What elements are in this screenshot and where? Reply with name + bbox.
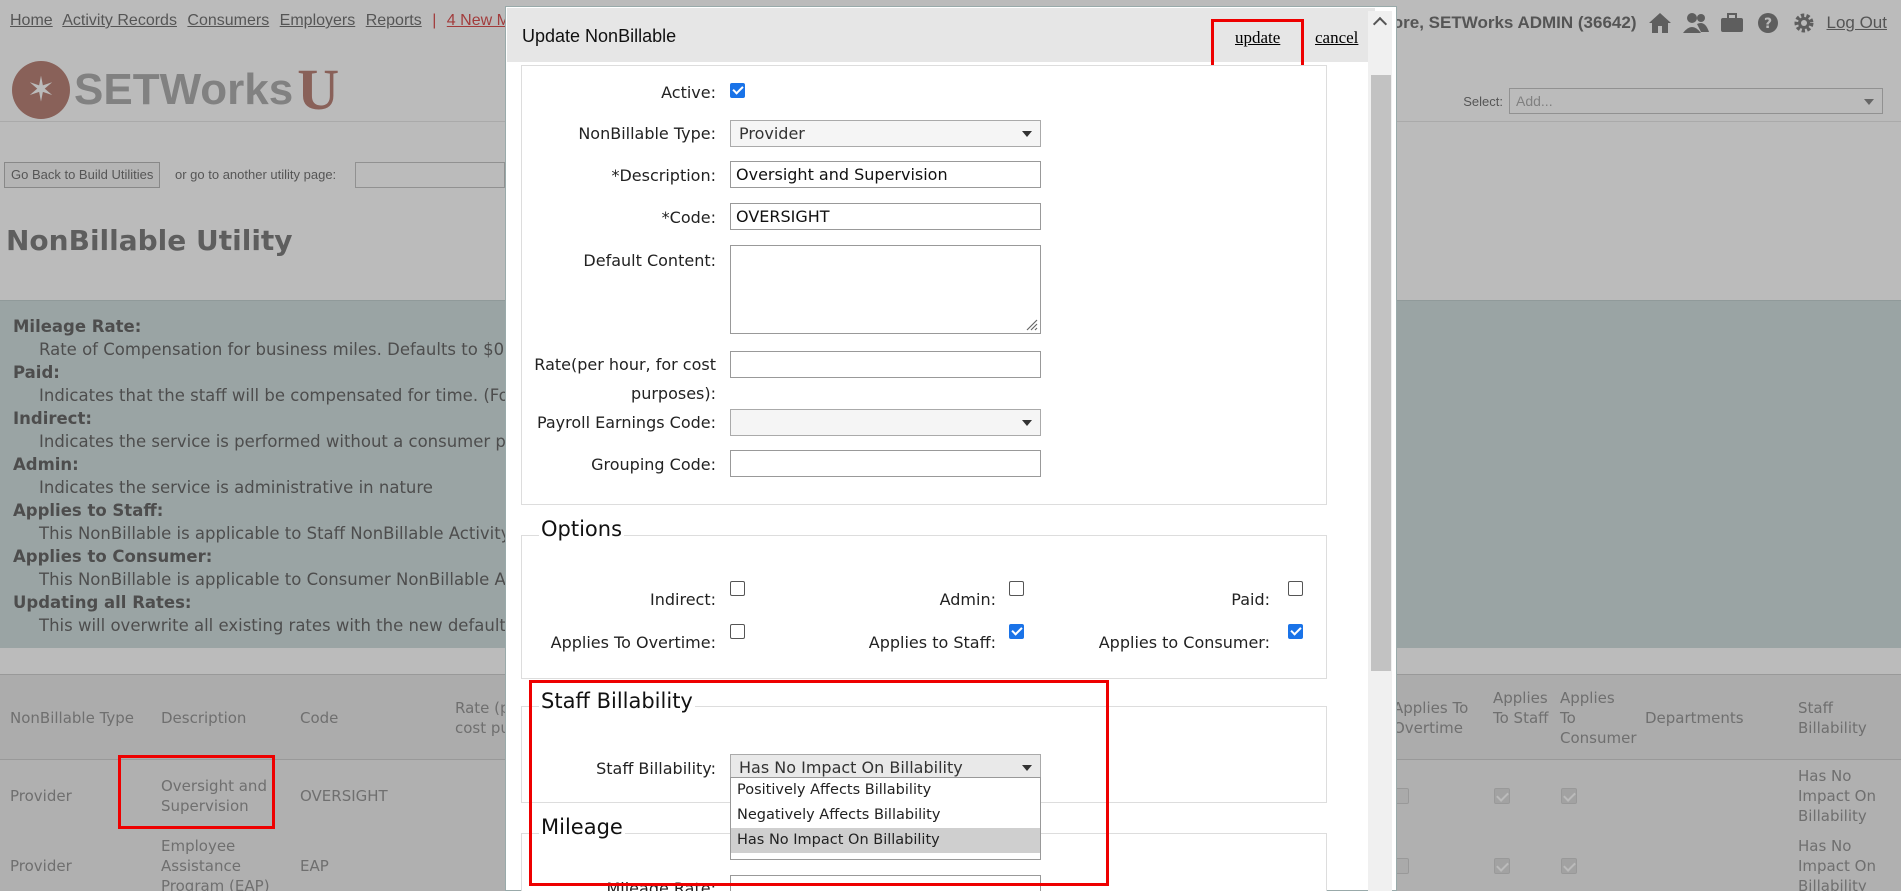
resize-handle-icon[interactable]: [1024, 317, 1038, 331]
rate-label: Rate(per hour, for cost: [534, 355, 716, 374]
applies-to-overtime-checkbox[interactable]: [730, 624, 745, 639]
nonbillable-type-select[interactable]: Provider: [730, 120, 1041, 147]
paid-checkbox[interactable]: [1288, 581, 1303, 596]
rate-label-2: purposes):: [631, 384, 716, 403]
cancel-button[interactable]: cancel: [1315, 28, 1358, 48]
admin-label: Admin:: [939, 590, 996, 609]
indirect-label: Indirect:: [650, 590, 716, 609]
scrollbar-thumb[interactable]: [1371, 75, 1391, 671]
highlight-box-update: [1211, 19, 1304, 71]
nonbillable-type-label: NonBillable Type:: [578, 124, 716, 143]
applies-to-staff-checkbox[interactable]: [1009, 624, 1024, 639]
dialog-title: Update NonBillable: [522, 26, 677, 46]
code-label: *Code:: [661, 208, 716, 227]
payroll-earnings-code-select[interactable]: [730, 409, 1041, 436]
admin-checkbox[interactable]: [1009, 581, 1024, 596]
dialog-scrollbar[interactable]: [1368, 11, 1392, 891]
update-nonbillable-dialog: Update NonBillable update cancel Active:…: [505, 6, 1397, 891]
description-input[interactable]: Oversight and Supervision: [730, 161, 1041, 188]
default-content-label: Default Content:: [583, 251, 716, 270]
payroll-earnings-code-label: Payroll Earnings Code:: [536, 413, 716, 432]
applies-to-consumer-checkbox[interactable]: [1288, 624, 1303, 639]
active-checkbox[interactable]: [730, 83, 745, 98]
options-legend: Options: [539, 517, 625, 541]
paid-label: Paid:: [1231, 590, 1270, 609]
indirect-checkbox[interactable]: [730, 581, 745, 596]
scroll-up-icon[interactable]: [1372, 16, 1388, 32]
applies-to-staff-label: Applies to Staff:: [868, 633, 996, 652]
default-content-textarea[interactable]: [730, 245, 1041, 334]
active-label: Active:: [661, 83, 716, 102]
grouping-code-input[interactable]: [730, 450, 1041, 477]
rate-input[interactable]: [730, 351, 1041, 378]
highlight-box-billability: [529, 680, 1109, 886]
description-label: *Description:: [611, 166, 716, 185]
grouping-code-label: Grouping Code:: [591, 455, 716, 474]
applies-to-consumer-label: Applies to Consumer:: [1098, 633, 1270, 652]
applies-to-overtime-label: Applies To Overtime:: [550, 633, 716, 652]
highlight-box-description: [118, 755, 275, 829]
code-input[interactable]: OVERSIGHT: [730, 203, 1041, 230]
